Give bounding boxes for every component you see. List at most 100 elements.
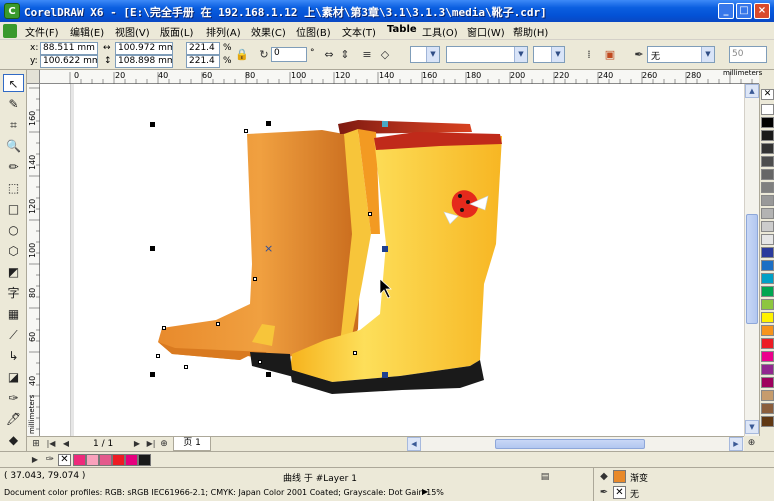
to-curve-icon[interactable]: ◇ [378, 48, 392, 62]
shape-node[interactable] [253, 277, 257, 281]
mirror-horizontal-icon[interactable]: ⇔ [322, 48, 336, 62]
palette-scroll-icon[interactable]: ▶ [28, 453, 42, 467]
menu-text[interactable]: 文本(T) [342, 24, 376, 39]
coreldraw-app-icon[interactable]: C [4, 3, 20, 19]
tab-page-1[interactable]: 页 1 [173, 437, 211, 451]
menu-layout[interactable]: 版面(L) [160, 24, 193, 39]
font-size-dropdown[interactable]: ▼ [533, 46, 565, 63]
menu-effects[interactable]: 效果(C) [251, 24, 286, 39]
vertical-scroll-thumb[interactable] [746, 214, 758, 324]
palette-swatch[interactable] [761, 208, 774, 219]
y-position-field[interactable]: 100.622 mm [40, 55, 98, 68]
document-palette-swatch[interactable] [99, 454, 112, 466]
document-palette-swatch[interactable] [73, 454, 86, 466]
rotation-field[interactable]: 0 [271, 47, 307, 62]
rotation-center-marker[interactable]: × [264, 243, 273, 254]
menu-edit[interactable]: 编辑(E) [70, 24, 104, 39]
zoom-tool-icon[interactable]: 🔍 [3, 137, 24, 155]
text-tool-icon[interactable]: 字 [3, 284, 24, 302]
palette-swatch[interactable] [761, 260, 774, 271]
selection-handle-top-left[interactable] [150, 122, 155, 127]
horizontal-scrollbar[interactable]: ◀ ▶ [407, 436, 744, 451]
close-button[interactable]: × [754, 3, 770, 19]
x-position-field[interactable]: 88.511 mm [40, 42, 98, 55]
palette-swatch[interactable] [761, 364, 774, 375]
no-color-swatch[interactable]: ✕ [58, 454, 71, 466]
selection-marker[interactable] [382, 372, 388, 378]
palette-swatch[interactable] [761, 195, 774, 206]
selection-handle-middle-left[interactable] [150, 246, 155, 251]
outline-width-field[interactable]: 50 [729, 46, 767, 63]
selection-handle-top-middle[interactable] [266, 121, 271, 126]
shape-node[interactable] [162, 326, 166, 330]
fill-color-swatch[interactable] [613, 470, 626, 483]
page-options-icon[interactable]: ⊞ [29, 437, 43, 451]
shape-node[interactable] [156, 354, 160, 358]
selection-handle-bottom-middle[interactable] [266, 372, 271, 377]
menu-arrange[interactable]: 排列(A) [206, 24, 241, 39]
palette-swatch[interactable] [761, 351, 774, 362]
palette-swatch[interactable] [761, 117, 774, 128]
horizontal-scroll-thumb[interactable] [495, 439, 645, 449]
shape-node[interactable] [258, 360, 262, 364]
outline-style-dropdown[interactable]: 无 ▼ [647, 46, 715, 63]
palette-swatch[interactable] [761, 234, 774, 245]
document-palette-swatch[interactable] [86, 454, 99, 466]
eyedropper-tool-icon[interactable]: ✑ [3, 389, 24, 407]
scroll-right-arrow[interactable]: ▶ [729, 437, 743, 451]
document-color-profiles[interactable]: Document color profiles: RGB: sRGB IEC61… [4, 488, 444, 497]
color-proof-icon[interactable]: ▤ [538, 470, 552, 484]
palette-swatch[interactable] [761, 104, 774, 115]
drawing-canvas[interactable]: × [40, 84, 744, 436]
selection-marker[interactable] [382, 121, 388, 127]
last-page-icon[interactable]: ▶| [144, 437, 158, 451]
maximize-button[interactable]: □ [736, 3, 752, 19]
menu-table[interactable]: Table [387, 24, 417, 35]
palette-swatch[interactable] [761, 299, 774, 310]
shape-node[interactable] [353, 351, 357, 355]
shape-node[interactable] [184, 365, 188, 369]
menu-bitmaps[interactable]: 位图(B) [296, 24, 331, 39]
shape-node[interactable] [368, 212, 372, 216]
scroll-left-arrow[interactable]: ◀ [407, 437, 421, 451]
outline-pen-icon[interactable]: ▣ [603, 48, 617, 62]
document-palette-swatch[interactable] [125, 454, 138, 466]
vertical-scrollbar[interactable]: ▲ ▼ [744, 84, 759, 436]
scroll-up-arrow[interactable]: ▲ [745, 84, 759, 98]
basic-shapes-tool-icon[interactable]: ◩ [3, 263, 24, 281]
palette-swatch[interactable] [761, 312, 774, 323]
palette-swatch[interactable] [761, 377, 774, 388]
palette-swatch[interactable] [761, 156, 774, 167]
palette-swatch[interactable] [761, 273, 774, 284]
font-style-dropdown[interactable]: ▼ [410, 46, 440, 63]
polygon-tool-icon[interactable]: ⬡ [3, 242, 24, 260]
palette-swatch[interactable] [761, 390, 774, 401]
freehand-tool-icon[interactable]: ✏ [3, 158, 24, 176]
zoom-navigator-icon[interactable]: ⊕ [744, 436, 759, 451]
outline-tool-icon[interactable]: 🖊 [3, 410, 24, 428]
table-tool-icon[interactable]: ▦ [3, 305, 24, 323]
menu-tools[interactable]: 工具(O) [422, 24, 458, 39]
palette-swatch[interactable] [761, 221, 774, 232]
palette-swatch[interactable] [761, 416, 774, 427]
boots-artwork[interactable] [40, 84, 744, 436]
palette-swatch[interactable] [761, 403, 774, 414]
menu-window[interactable]: 窗口(W) [467, 24, 505, 39]
ruler-origin[interactable] [27, 70, 40, 84]
align-icon[interactable]: ⁞ [582, 48, 596, 62]
palette-swatch[interactable] [761, 325, 774, 336]
interactive-blend-tool-icon[interactable]: ◪ [3, 368, 24, 386]
shape-node[interactable] [216, 322, 220, 326]
ellipse-tool-icon[interactable]: ○ [3, 221, 24, 239]
selection-marker[interactable] [382, 246, 388, 252]
previous-page-icon[interactable]: ◀ [59, 437, 73, 451]
document-menu-icon[interactable] [3, 24, 17, 38]
scroll-down-arrow[interactable]: ▼ [745, 420, 759, 434]
shape-node[interactable] [244, 129, 248, 133]
palette-swatch[interactable] [761, 247, 774, 258]
dimension-tool-icon[interactable]: ⟋ [3, 326, 24, 344]
pick-tool-icon[interactable]: ↖ [3, 74, 24, 92]
width-field[interactable]: 100.972 mm [115, 42, 173, 55]
palette-swatch[interactable] [761, 143, 774, 154]
text-wrap-icon[interactable]: ≡ [360, 48, 374, 62]
